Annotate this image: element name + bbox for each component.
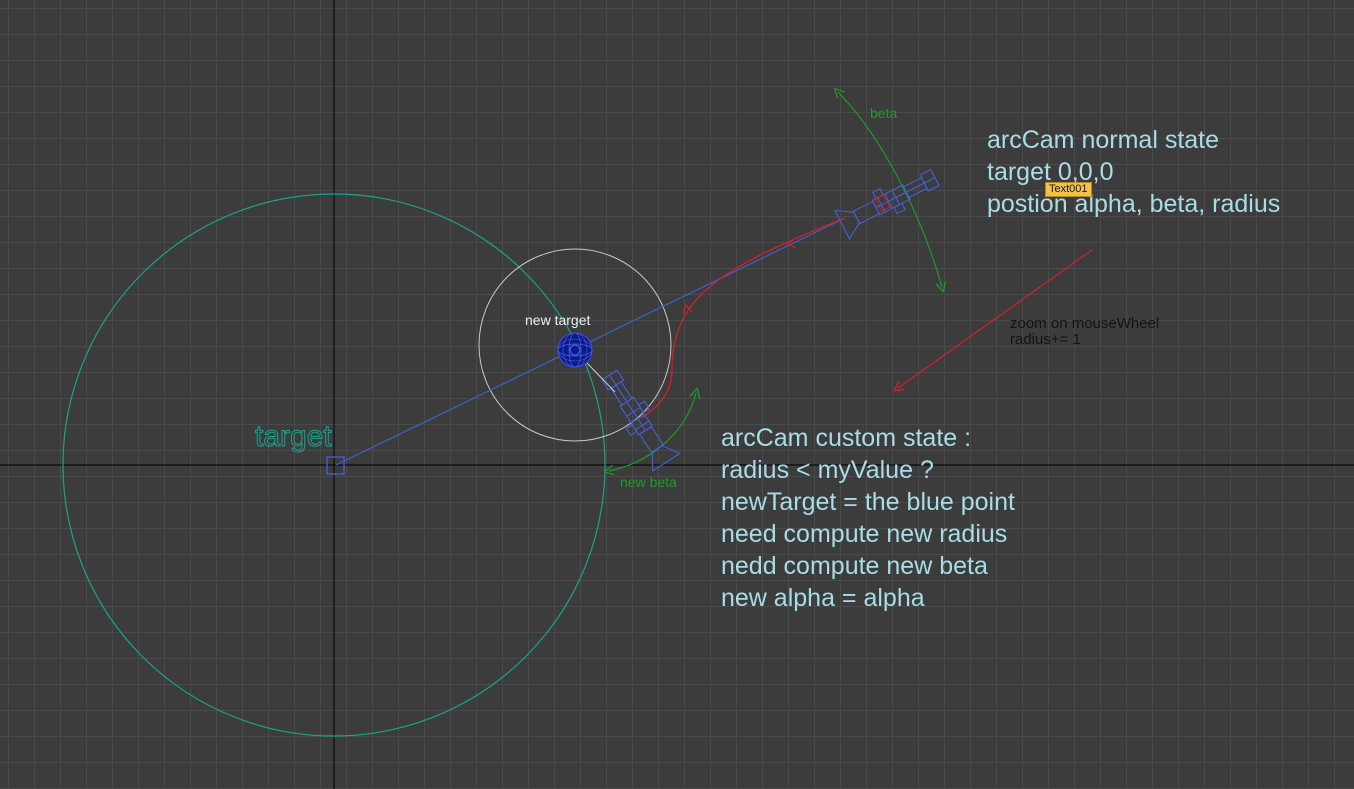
- custom-state-line: radius < myValue ?: [721, 456, 934, 484]
- custom-state-line: need compute new radius: [721, 520, 1008, 548]
- target-label: target: [255, 420, 332, 453]
- camera-normal-state[interactable]: [834, 163, 942, 241]
- new-target-sphere[interactable]: [557, 332, 593, 368]
- new-beta-label: new beta: [620, 474, 677, 490]
- camera-selection-marker: [874, 193, 891, 212]
- custom-state-line: newTarget = the blue point: [721, 488, 1015, 516]
- zoom-note-text[interactable]: zoom on mouseWheel radius+= 1: [1010, 316, 1159, 348]
- zoom-note-line: radius+= 1: [1010, 331, 1081, 348]
- new-target-label: new target: [525, 312, 590, 328]
- normal-state-line: arcCam normal state: [987, 126, 1220, 154]
- beta-arc: [838, 92, 942, 287]
- custom-state-line: arcCam custom state :: [721, 424, 972, 452]
- normal-state-line: target 0,0,0: [987, 158, 1114, 186]
- scene-canvas[interactable]: target new target beta new beta: [0, 0, 1354, 789]
- normal-state-line: postion alpha, beta, radius: [987, 190, 1281, 218]
- viewport[interactable]: target new target beta new beta arcCam n…: [0, 0, 1354, 789]
- normal-state-text[interactable]: arcCam normal state target 0,0,0 postion…: [987, 124, 1280, 220]
- camera-move-path: [641, 217, 846, 419]
- custom-state-text[interactable]: arcCam custom state : radius < myValue ?…: [721, 422, 1015, 614]
- custom-state-line: nedd compute new beta: [721, 552, 988, 580]
- camera-custom-state[interactable]: [596, 366, 681, 472]
- object-name-tag: Text001: [1045, 182, 1092, 197]
- beta-label: beta: [870, 105, 897, 121]
- custom-state-line: new alpha = alpha: [721, 584, 925, 612]
- zoom-note-line: zoom on mouseWheel: [1010, 315, 1160, 332]
